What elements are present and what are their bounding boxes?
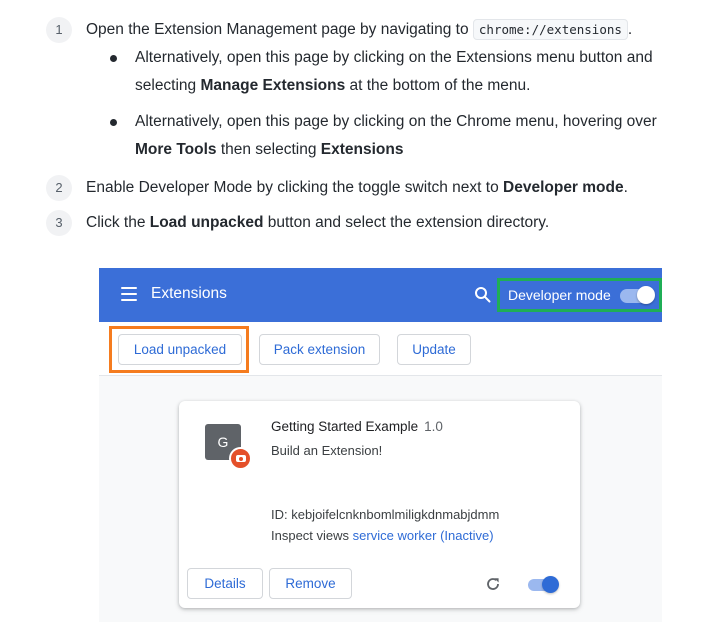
bullet-item: Alternatively, open this page by clickin… bbox=[110, 44, 670, 100]
extension-card: G Getting Started Example 1.0 Build an Ex… bbox=[179, 401, 580, 608]
service-worker-link[interactable]: service worker bbox=[353, 528, 437, 543]
step-3: 3 Click the Load unpacked button and sel… bbox=[46, 210, 549, 236]
extensions-header: Extensions Developer mode bbox=[99, 268, 662, 322]
reload-icon[interactable] bbox=[485, 576, 501, 592]
update-button[interactable]: Update bbox=[397, 334, 471, 365]
hamburger-menu-icon[interactable] bbox=[121, 287, 137, 301]
bullet-text: Alternatively, open this page by clickin… bbox=[135, 113, 657, 158]
extensions-toolbar: Load unpacked Pack extension Update bbox=[99, 322, 662, 376]
step-number: 1 bbox=[46, 17, 72, 43]
extension-description: Build an Extension! bbox=[271, 443, 383, 458]
extensions-page-screenshot: Extensions Developer mode Load unpacked … bbox=[99, 268, 662, 622]
inactive-status: (Inactive) bbox=[436, 528, 494, 543]
bullet-dot bbox=[110, 119, 117, 126]
step-text: Enable Developer Mode by clicking the to… bbox=[86, 179, 628, 196]
bullet-dot bbox=[110, 55, 117, 62]
toggle-knob bbox=[637, 286, 655, 304]
developer-mode-highlight: Developer mode bbox=[497, 278, 662, 312]
developer-mode-toggle[interactable] bbox=[620, 286, 655, 304]
bullet-item: Alternatively, open this page by clickin… bbox=[110, 108, 670, 164]
extensions-url-code: chrome://extensions bbox=[472, 19, 628, 40]
toggle-knob bbox=[542, 576, 559, 593]
load-unpacked-button[interactable]: Load unpacked bbox=[118, 334, 242, 365]
extension-enabled-toggle[interactable] bbox=[528, 576, 559, 593]
pack-extension-button[interactable]: Pack extension bbox=[259, 334, 380, 365]
step-1: 1 Open the Extension Management page by … bbox=[46, 17, 632, 43]
search-icon[interactable] bbox=[474, 286, 491, 303]
developer-mode-label: Developer mode bbox=[508, 287, 611, 303]
camera-badge-icon bbox=[229, 447, 252, 470]
step-text: Open the Extension Management page by na… bbox=[86, 19, 633, 40]
bullet-text: Alternatively, open this page by clickin… bbox=[135, 49, 653, 94]
inspect-views: Inspect views service worker (Inactive) bbox=[271, 528, 494, 543]
remove-button[interactable]: Remove bbox=[269, 568, 352, 599]
extensions-title: Extensions bbox=[151, 285, 227, 302]
step-text: Click the Load unpacked button and selec… bbox=[86, 214, 550, 231]
step-number: 2 bbox=[46, 175, 72, 201]
extension-id: ID: kebjoifelcnknbomlmiligkdnmabjdmm bbox=[271, 507, 500, 522]
step-number: 3 bbox=[46, 210, 72, 236]
extension-name: Getting Started Example 1.0 bbox=[271, 419, 443, 434]
details-button[interactable]: Details bbox=[187, 568, 263, 599]
step-2: 2 Enable Developer Mode by clicking the … bbox=[46, 175, 628, 201]
extension-version: 1.0 bbox=[424, 419, 443, 434]
